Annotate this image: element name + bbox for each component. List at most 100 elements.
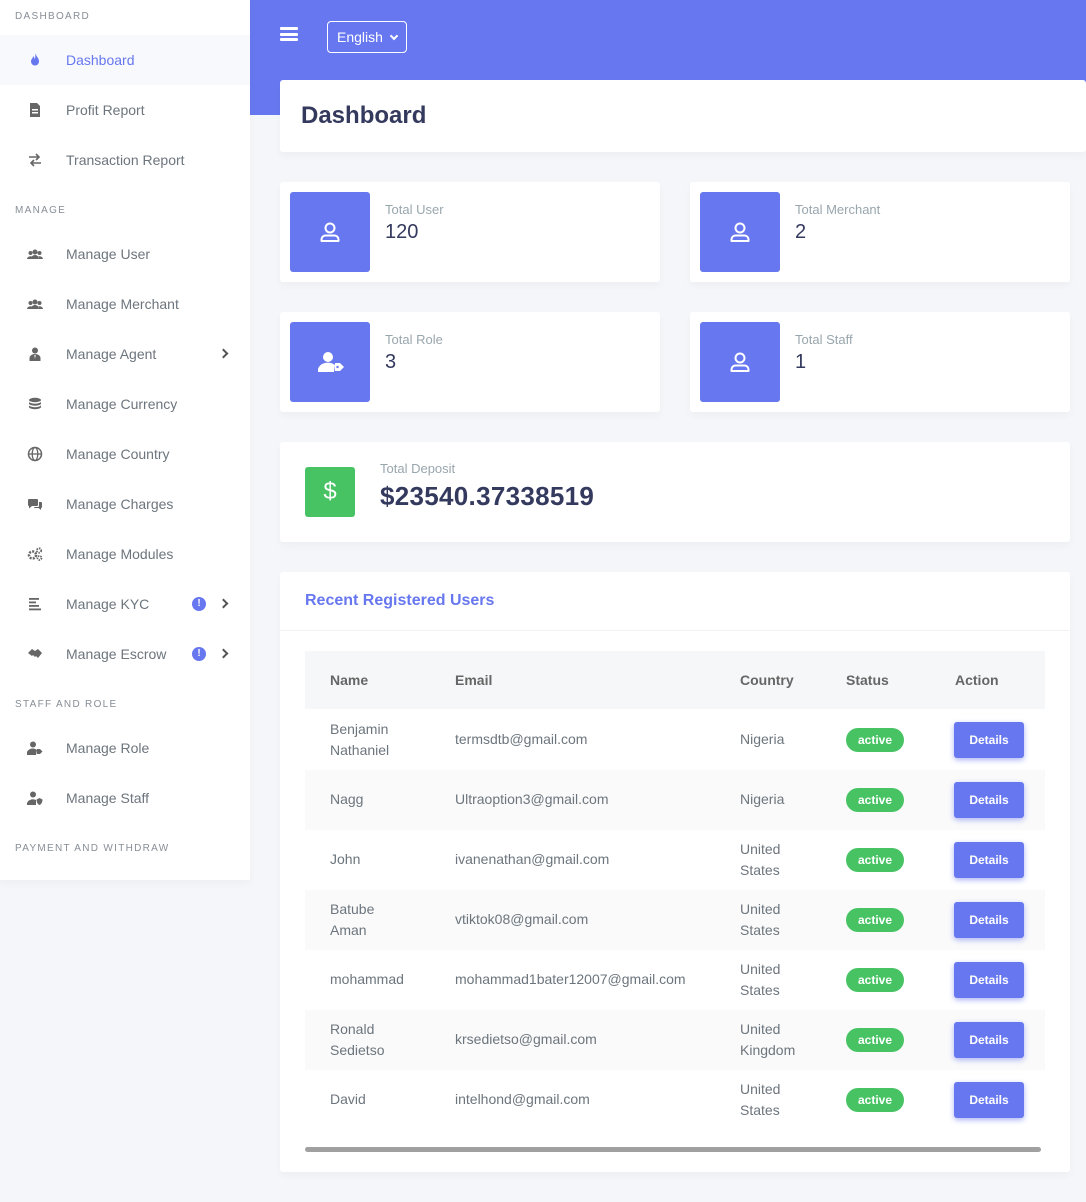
cell-country-line: United	[740, 1021, 781, 1037]
menu-header-staff-and-role: Staff and role	[15, 699, 118, 710]
table-row: Nagg Ultraoption3@gmail.com Nigeria active D…	[305, 770, 1045, 830]
sidebar-item-manage-agent[interactable]: Manage Agent	[0, 329, 250, 379]
details-button[interactable]: Details	[954, 962, 1024, 998]
sidebar-item-manage-currency[interactable]: Manage Currency	[0, 379, 250, 429]
stat-label: Total Staff	[795, 332, 853, 347]
horizontal-scrollbar[interactable]	[305, 1147, 1041, 1152]
stat-label: Total Role	[385, 332, 443, 347]
sidebar-item-label: Manage Modules	[66, 546, 174, 562]
cell-email: krsedietso@gmail.com	[455, 1029, 597, 1050]
cell-email-line: krsedietso@gmail.com	[455, 1031, 597, 1047]
sidebar-item-transaction-report[interactable]: Transaction Report	[0, 135, 250, 185]
cell-name: Ronald Sedietso	[330, 1019, 384, 1061]
details-button[interactable]: Details	[954, 722, 1024, 758]
language-select-value: English	[337, 29, 383, 45]
details-button[interactable]: Details	[954, 782, 1024, 818]
sidebar-item-label: Manage Role	[66, 740, 150, 756]
page-title-bar: Dashboard	[280, 80, 1086, 152]
cell-country-line: Nigeria	[740, 731, 785, 747]
cell-email-line: ivanenathan@gmail.com	[455, 851, 610, 867]
user-icon	[730, 222, 750, 242]
cell-name-line: Sedietso	[330, 1042, 385, 1058]
stat-label: Total Deposit	[380, 461, 456, 476]
sidebar-item-manage-role[interactable]: Manage Role	[0, 723, 250, 773]
sidebar-item-label: Manage Charges	[66, 496, 174, 512]
chevron-right-icon	[218, 648, 229, 659]
table-row: mohammad mohammad1bater12007@gmail.com Uni…	[305, 950, 1045, 1010]
cell-email: vtiktok08@gmail.com	[455, 909, 588, 930]
sidebar-item-profit-report[interactable]: Profit Report	[0, 85, 250, 135]
column-header-action: Action	[955, 672, 999, 688]
user-tag-icon	[27, 741, 43, 755]
cell-email: mohammad1bater12007@gmail.com	[455, 969, 686, 990]
details-button[interactable]: Details	[954, 902, 1024, 938]
cell-country-line: United	[740, 841, 781, 857]
table-header: Name Email Country Status Action	[305, 651, 1045, 709]
cell-country: United States	[740, 959, 780, 1001]
stat-card-total-deposit: $ Total Deposit $23540.37338519	[280, 442, 1070, 542]
sidebar-item-manage-charges[interactable]: Manage Charges	[0, 479, 250, 529]
hamburger-menu-icon[interactable]	[280, 26, 298, 42]
users-icon	[27, 249, 43, 259]
cell-name-line: David	[330, 1091, 366, 1107]
cell-email-line: intelhond@gmail.com	[455, 1091, 590, 1107]
cell-name: John	[330, 849, 360, 870]
details-button[interactable]: Details	[954, 1022, 1024, 1058]
kyc-alert-badge: !	[192, 597, 206, 611]
sidebar-item-manage-country[interactable]: Manage Country	[0, 429, 250, 479]
sidebar-item-dashboard[interactable]: Dashboard	[0, 35, 250, 85]
language-select[interactable]: English	[327, 21, 407, 53]
column-header-status: Status	[846, 672, 889, 688]
sidebar-item-label: Transaction Report	[66, 152, 185, 168]
stat-icon-box	[290, 192, 370, 272]
chevron-down-icon	[389, 31, 399, 41]
user-icon	[730, 352, 750, 372]
sidebar-item-manage-merchant[interactable]: Manage Merchant	[0, 279, 250, 329]
stat-value: 120	[385, 221, 419, 243]
sidebar-item-manage-kyc[interactable]: Manage KYC !	[0, 579, 250, 629]
cell-email-line: termsdtb@gmail.com	[455, 731, 588, 747]
cell-country: Nigeria	[740, 789, 784, 810]
details-button[interactable]: Details	[954, 842, 1024, 878]
coins-icon	[29, 397, 41, 410]
sidebar-item-label: Manage Staff	[66, 790, 150, 806]
cell-name-line: Nathaniel	[330, 742, 390, 758]
stat-icon-box	[700, 322, 780, 402]
cell-name: Batube Aman	[330, 899, 374, 941]
table-row: John ivanenathan@gmail.com United States act…	[305, 830, 1045, 890]
stat-label: Total Merchant	[795, 202, 881, 217]
cell-country: United States	[740, 1079, 780, 1121]
user-shield-icon	[27, 791, 43, 805]
cell-country-line: Nigeria	[740, 791, 785, 807]
fire-icon	[31, 53, 39, 66]
cell-email: termsdtb@gmail.com	[455, 729, 587, 750]
cell-country-line: United	[740, 961, 781, 977]
cell-country: United States	[740, 839, 780, 881]
stat-value: 1	[795, 351, 807, 373]
table-row: Benjamin Nathaniel termsdtb@gmail.com Niger…	[305, 710, 1045, 770]
status-badge: active	[846, 1088, 904, 1112]
sidebar-item-manage-escrow[interactable]: Manage Escrow !	[0, 629, 250, 679]
sidebar-item-manage-modules[interactable]: Manage Modules	[0, 529, 250, 579]
cell-country-line: States	[740, 862, 780, 878]
cell-name-line: Batube	[330, 901, 375, 917]
status-badge: active	[846, 728, 904, 752]
sidebar-item-label: Manage Escrow	[66, 646, 167, 662]
sidebar-item-manage-staff[interactable]: Manage Staff	[0, 773, 250, 823]
cogs-icon	[27, 547, 43, 561]
user-icon	[320, 222, 340, 242]
cell-email: ivanenathan@gmail.com	[455, 849, 609, 870]
cell-country: Nigeria	[740, 729, 784, 750]
stat-card-total-user: Total User 120	[280, 182, 660, 282]
status-badge: active	[846, 1028, 904, 1052]
status-badge: active	[846, 908, 904, 932]
sidebar-item-label: Dashboard	[66, 52, 135, 68]
file-invoice-icon	[30, 103, 40, 117]
cell-name-line: John	[330, 851, 361, 867]
sidebar-item-label: Manage User	[66, 246, 151, 262]
details-button[interactable]: Details	[954, 1082, 1024, 1118]
sidebar-item-manage-user[interactable]: Manage User	[0, 229, 250, 279]
cell-email-line: vtiktok08@gmail.com	[455, 911, 589, 927]
stat-value: $23540.37338519	[380, 481, 595, 511]
cell-name-line: mohammad	[330, 971, 404, 987]
